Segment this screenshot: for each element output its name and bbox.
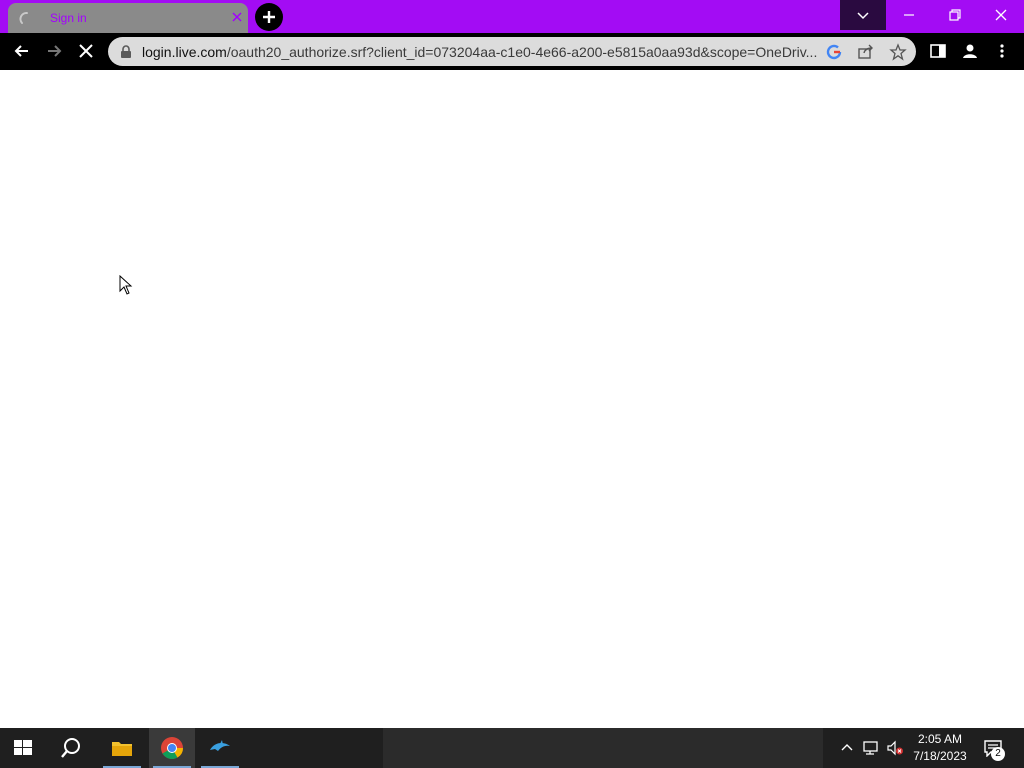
profile-button[interactable] — [955, 36, 985, 66]
url-path: /oauth20_authorize.srf?client_id=073204a… — [226, 44, 818, 60]
url-host: login.live.com — [142, 44, 227, 60]
tab-search-button[interactable] — [840, 0, 886, 30]
forward-button[interactable] — [39, 36, 69, 66]
network-tray-button[interactable] — [861, 728, 881, 768]
arrow-left-icon — [14, 45, 28, 57]
taskbar-clock[interactable]: 2:05 AM 7/18/2023 — [905, 731, 975, 765]
page-content — [0, 70, 1024, 728]
chevron-down-icon — [857, 12, 869, 20]
close-icon — [995, 9, 1007, 21]
loading-spinner-icon — [19, 11, 35, 27]
plus-icon — [263, 11, 275, 23]
volume-tray-button[interactable] — [885, 728, 905, 768]
menu-button[interactable] — [987, 36, 1017, 66]
clock-date: 7/18/2023 — [913, 749, 967, 763]
close-button[interactable] — [978, 0, 1024, 30]
google-lens-icon[interactable] — [825, 43, 843, 61]
minimize-icon — [904, 14, 914, 16]
volume-muted-icon — [887, 740, 903, 756]
new-tab-button[interactable] — [255, 3, 283, 31]
taskbar: 2:05 AM 7/18/2023 2 — [0, 728, 1024, 768]
network-icon — [863, 741, 878, 755]
minimize-button[interactable] — [886, 0, 932, 30]
side-panel-icon — [930, 44, 946, 58]
tab-sign-in[interactable]: Sign in — [8, 3, 248, 33]
show-hidden-icons-button[interactable] — [838, 728, 856, 768]
star-icon[interactable] — [889, 43, 907, 61]
url-text[interactable]: login.live.com/oauth20_authorize.srf?cli… — [142, 44, 817, 60]
arrow-right-icon — [48, 45, 62, 57]
tab-strip: Sign in — [0, 0, 1024, 33]
side-panel-button[interactable] — [923, 36, 953, 66]
taskbar-dolphin[interactable] — [197, 728, 243, 768]
mouse-cursor-icon — [119, 275, 133, 295]
clock-time: 2:05 AM — [917, 732, 963, 746]
more-vert-icon — [1000, 44, 1004, 58]
windows-start-icon — [14, 740, 32, 755]
search-icon — [61, 738, 80, 758]
back-button[interactable] — [7, 36, 37, 66]
search-button[interactable] — [48, 728, 94, 768]
tab-title: Sign in — [50, 11, 87, 25]
chevron-up-icon — [841, 744, 853, 751]
lock-icon[interactable] — [120, 45, 132, 64]
chrome-icon — [161, 737, 183, 759]
notification-count-badge: 2 — [991, 747, 1005, 761]
restore-icon — [949, 9, 961, 21]
address-bar[interactable]: login.live.com/oauth20_authorize.srf?cli… — [108, 37, 916, 66]
tab-close-icon[interactable] — [230, 10, 244, 24]
close-icon — [79, 44, 93, 58]
browser-toolbar: login.live.com/oauth20_authorize.srf?cli… — [0, 33, 1024, 70]
stop-loading-button[interactable] — [71, 36, 101, 66]
taskbar-empty-area — [383, 728, 823, 768]
start-button[interactable] — [0, 728, 46, 768]
file-explorer-icon — [112, 742, 132, 756]
taskbar-chrome[interactable] — [149, 728, 195, 768]
share-icon[interactable] — [857, 43, 875, 61]
restore-button[interactable] — [932, 0, 978, 30]
dolphin-icon — [210, 740, 230, 751]
profile-icon — [963, 44, 977, 58]
taskbar-file-explorer[interactable] — [99, 728, 145, 768]
